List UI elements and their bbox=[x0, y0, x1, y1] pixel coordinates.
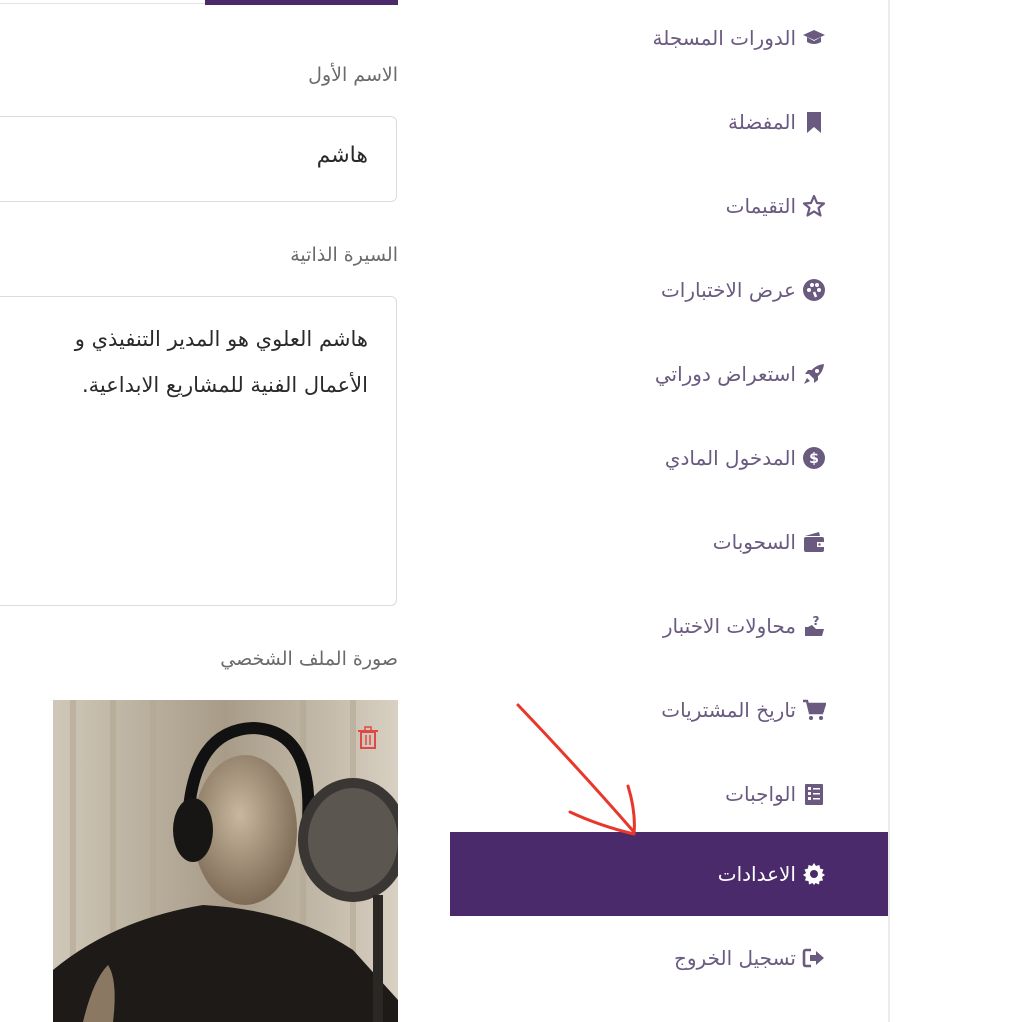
sidebar-item-label: الدورات المسجلة bbox=[652, 26, 796, 50]
active-tab-indicator bbox=[205, 0, 398, 5]
wallet-icon bbox=[800, 528, 828, 556]
first-name-label: الاسم الأول bbox=[308, 64, 398, 86]
bio-textarea[interactable]: هاشم العلوي هو المدير التنفيذي و الأعمال… bbox=[0, 296, 397, 606]
question-hand-icon: ? bbox=[800, 612, 828, 640]
sidebar-item-favorites[interactable]: المفضلة bbox=[450, 80, 888, 164]
sidebar-item-label: الواجبات bbox=[725, 782, 796, 806]
sidebar-item-label: المدخول المادي bbox=[664, 446, 796, 470]
sidebar-item-label: السحوبات bbox=[712, 530, 796, 554]
dollar-circle-icon: $ bbox=[800, 444, 828, 472]
palette-icon bbox=[800, 276, 828, 304]
sidebar-item-income[interactable]: $ المدخول المادي bbox=[450, 416, 888, 500]
sidebar-item-label: التقيمات bbox=[725, 194, 796, 218]
sidebar-item-label: محاولات الاختبار bbox=[662, 614, 796, 638]
sidebar-item-label: الاعدادات bbox=[717, 862, 796, 886]
bio-text-line-2: الأعمال الفنية للمشاريع الابداعية. bbox=[81, 373, 368, 397]
sidebar-item-logout[interactable]: تسجيل الخروج bbox=[450, 916, 888, 1000]
sidebar-item-label: تاريخ المشتريات bbox=[661, 698, 796, 722]
sidebar-item-label: المفضلة bbox=[727, 110, 796, 134]
sidebar-item-label: عرض الاختبارات bbox=[660, 278, 796, 302]
rocket-icon bbox=[800, 360, 828, 388]
sidebar-item-my-courses[interactable]: استعراض دوراتي bbox=[450, 332, 888, 416]
sidebar-border bbox=[888, 0, 890, 1022]
profile-photo-image bbox=[53, 700, 398, 1022]
sidebar-item-ratings[interactable]: التقيمات bbox=[450, 164, 888, 248]
bio-label: السيرة الذاتية bbox=[290, 244, 398, 266]
bio-text-line-1: هاشم العلوي هو المدير التنفيذي و bbox=[74, 327, 368, 351]
sidebar-item-view-quizzes[interactable]: عرض الاختبارات bbox=[450, 248, 888, 332]
gear-icon bbox=[800, 860, 828, 888]
sidebar-item-purchase-history[interactable]: تاريخ المشتريات bbox=[450, 668, 888, 752]
sidebar-item-assignments[interactable]: الواجبات bbox=[450, 752, 888, 836]
sidebar-item-withdrawals[interactable]: السحوبات bbox=[450, 500, 888, 584]
graduation-cap-icon bbox=[800, 24, 828, 52]
tab-divider bbox=[0, 3, 205, 4]
sidebar-item-quiz-attempts[interactable]: ? محاولات الاختبار bbox=[450, 584, 888, 668]
tasks-icon bbox=[800, 780, 828, 808]
star-icon bbox=[800, 192, 828, 220]
sidebar-item-settings[interactable]: الاعدادات bbox=[450, 832, 888, 916]
profile-photo bbox=[53, 700, 398, 1022]
sidebar-item-label: استعراض دوراتي bbox=[654, 362, 796, 386]
bookmark-icon bbox=[800, 108, 828, 136]
svg-text:?: ? bbox=[813, 614, 820, 628]
cart-icon bbox=[800, 696, 828, 724]
sidebar-item-enrolled-courses[interactable]: الدورات المسجلة bbox=[450, 0, 888, 80]
svg-text:$: $ bbox=[809, 451, 819, 467]
sign-out-icon bbox=[800, 944, 828, 972]
first-name-field[interactable]: هاشم bbox=[0, 116, 397, 202]
first-name-value: هاشم bbox=[316, 143, 368, 168]
profile-photo-label: صورة الملف الشخصي bbox=[220, 648, 398, 670]
profile-settings-page: الاسم الأول هاشم السيرة الذاتية هاشم الع… bbox=[0, 0, 1024, 1022]
sidebar-item-label: تسجيل الخروج bbox=[673, 946, 796, 970]
